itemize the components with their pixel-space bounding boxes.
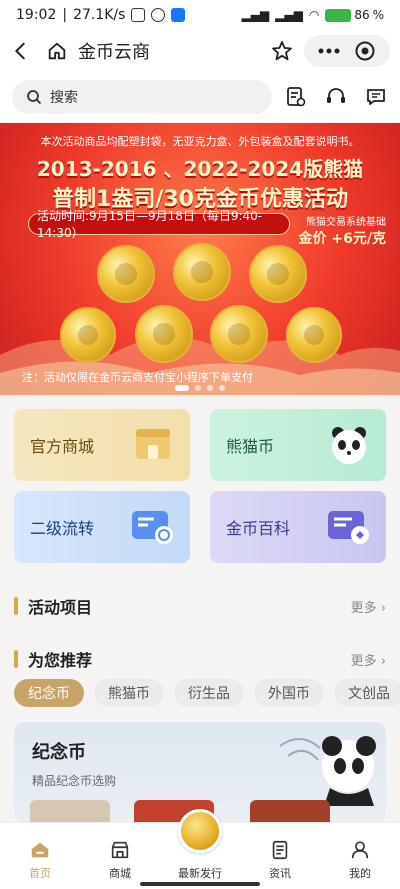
- gold-coin-image: [286, 307, 342, 363]
- home-indicator: [140, 882, 260, 886]
- tab-mall[interactable]: 商城: [80, 823, 160, 889]
- chip-cultural-products[interactable]: 文创品: [334, 679, 400, 707]
- alipay-icon: [171, 8, 186, 22]
- recommend-card[interactable]: 纪念币 精品纪念币选购: [14, 722, 386, 822]
- search-row: 搜索: [0, 72, 400, 122]
- page-title: 金币云商: [78, 42, 150, 63]
- clock: 19:02: [16, 7, 57, 23]
- coin-encyclopedia-card[interactable]: 金币百科: [210, 491, 386, 563]
- official-mall-card[interactable]: 官方商城: [14, 409, 190, 481]
- promo-banner[interactable]: 本次活动商品均配塑封袋，无亚克力盒、外包装盒及配套说明书。 2013-2016 …: [0, 123, 400, 395]
- panda-icon: [332, 427, 366, 464]
- home-tab-icon: [31, 842, 49, 858]
- miniapp-capsule: [304, 35, 390, 67]
- activity-section-header: 活动项目 更多 ›: [14, 591, 386, 621]
- section-title: 为您推荐: [28, 651, 93, 670]
- banner-tag: 熊猫交易系统基础 金价 +6元/克: [299, 213, 386, 248]
- battery-icon: 86%: [325, 8, 384, 22]
- battery-level: 86: [354, 8, 370, 22]
- gold-coin-image: [135, 305, 193, 363]
- card-label: 金币百科: [226, 519, 291, 538]
- close-miniapp-icon[interactable]: [354, 40, 376, 62]
- card-label: 熊猫币: [226, 437, 275, 456]
- recommend-more-link[interactable]: 更多 ›: [351, 650, 386, 669]
- tab-news[interactable]: 资讯: [240, 823, 320, 889]
- banner-tag-price: 金价 +6元/克: [298, 231, 386, 247]
- activity-more-link[interactable]: 更多 ›: [351, 597, 386, 616]
- tab-label: 首页: [29, 867, 51, 880]
- section-marker: [14, 650, 18, 668]
- recommend-card-subtitle: 精品纪念币选购: [32, 774, 117, 788]
- section-title: 活动项目: [28, 598, 93, 617]
- carousel-dot[interactable]: [175, 385, 189, 391]
- wifi-icon: ◠: [308, 8, 320, 22]
- banner-footnote: 注：活动仅限在金币云商支付宝小程序下单支付: [22, 371, 253, 384]
- banner-tag-line: 熊猫交易系统基础: [306, 217, 386, 228]
- chip-derivatives[interactable]: 衍生品: [174, 679, 244, 707]
- category-chips: 纪念币 熊猫币 衍生品 外国币 文创品: [14, 679, 400, 707]
- mall-tab-icon: [111, 841, 129, 859]
- product-thumbnail[interactable]: [30, 800, 110, 822]
- secondary-circulation-card[interactable]: 二级流转: [14, 491, 190, 563]
- search-icon: [27, 90, 42, 105]
- chip-panda-coin[interactable]: 熊猫币: [94, 679, 164, 707]
- banner-notice: 本次活动商品均配塑封袋，无亚克力盒、外包装盒及配套说明书。: [40, 135, 360, 148]
- bottom-tab-bar: 首页 商城 最新发行 资讯 我的: [0, 809, 400, 889]
- card-label: 二级流转: [30, 519, 95, 538]
- banner-time: 活动时间:9月15日—9月18日（每日9:40-14:30）: [28, 209, 290, 240]
- message-icon[interactable]: [364, 85, 388, 109]
- recommend-card-title: 纪念币: [32, 742, 86, 763]
- tab-mine[interactable]: 我的: [320, 823, 400, 889]
- home-icon[interactable]: [46, 40, 68, 62]
- tab-label: 我的: [349, 867, 371, 880]
- search-input[interactable]: 搜索: [12, 80, 272, 114]
- network-speed: 27.1K/s: [73, 7, 126, 23]
- gold-coin-image: [249, 245, 307, 303]
- search-placeholder: 搜索: [50, 90, 78, 106]
- panda-coin-card[interactable]: 熊猫币: [210, 409, 386, 481]
- signal-icon-2: ▂▄▆: [275, 8, 303, 22]
- carousel-indicator: [0, 385, 400, 391]
- title-bar: 金币云商: [0, 30, 400, 72]
- star-icon[interactable]: [270, 39, 294, 63]
- tab-label: 资讯: [269, 867, 291, 880]
- carousel-dot[interactable]: [219, 385, 225, 391]
- gold-coin-image: [97, 245, 155, 303]
- shop-icon: [136, 429, 170, 459]
- more-icon[interactable]: [318, 47, 340, 55]
- entry-grid: 官方商城 熊猫币 二级流转 金币百科: [14, 409, 386, 563]
- new-release-coin-icon: [178, 809, 222, 853]
- transfer-card-icon: [132, 511, 173, 544]
- tab-label: 最新发行: [178, 867, 222, 880]
- section-marker: [14, 597, 18, 615]
- profile-tab-icon: [351, 841, 369, 859]
- tab-new-release[interactable]: 最新发行: [160, 809, 240, 889]
- card-label: 官方商城: [30, 437, 95, 456]
- tab-home[interactable]: 首页: [0, 823, 80, 889]
- chip-commemorative-coin[interactable]: 纪念币: [14, 679, 84, 707]
- tab-label: 商城: [109, 867, 131, 880]
- customer-service-icon[interactable]: [324, 85, 348, 109]
- gold-coin-image: [210, 305, 268, 363]
- carousel-dot[interactable]: [195, 385, 201, 391]
- book-card-icon: [328, 511, 369, 544]
- back-icon[interactable]: [10, 40, 32, 62]
- banner-headline-1: 2013-2016 、2022-2024版熊猫: [36, 157, 364, 181]
- alarm-icon: [151, 8, 166, 22]
- mute-icon: [131, 8, 146, 22]
- product-thumbnail[interactable]: [250, 800, 330, 822]
- chip-foreign-coin[interactable]: 外国币: [254, 679, 324, 707]
- news-tab-icon: [272, 840, 288, 860]
- gold-coin-image: [173, 243, 231, 301]
- gold-coin-image: [60, 307, 116, 363]
- signal-icon: ▂▄▆: [241, 8, 270, 22]
- panda-illustration: [279, 736, 376, 806]
- recommend-section-header: 为您推荐 更多 ›: [14, 644, 386, 674]
- orders-icon[interactable]: [284, 85, 308, 109]
- carousel-dot[interactable]: [207, 385, 213, 391]
- status-bar: 19:02 | 27.1K/s ▂▄▆ ▂▄▆ ◠ 86%: [0, 0, 400, 30]
